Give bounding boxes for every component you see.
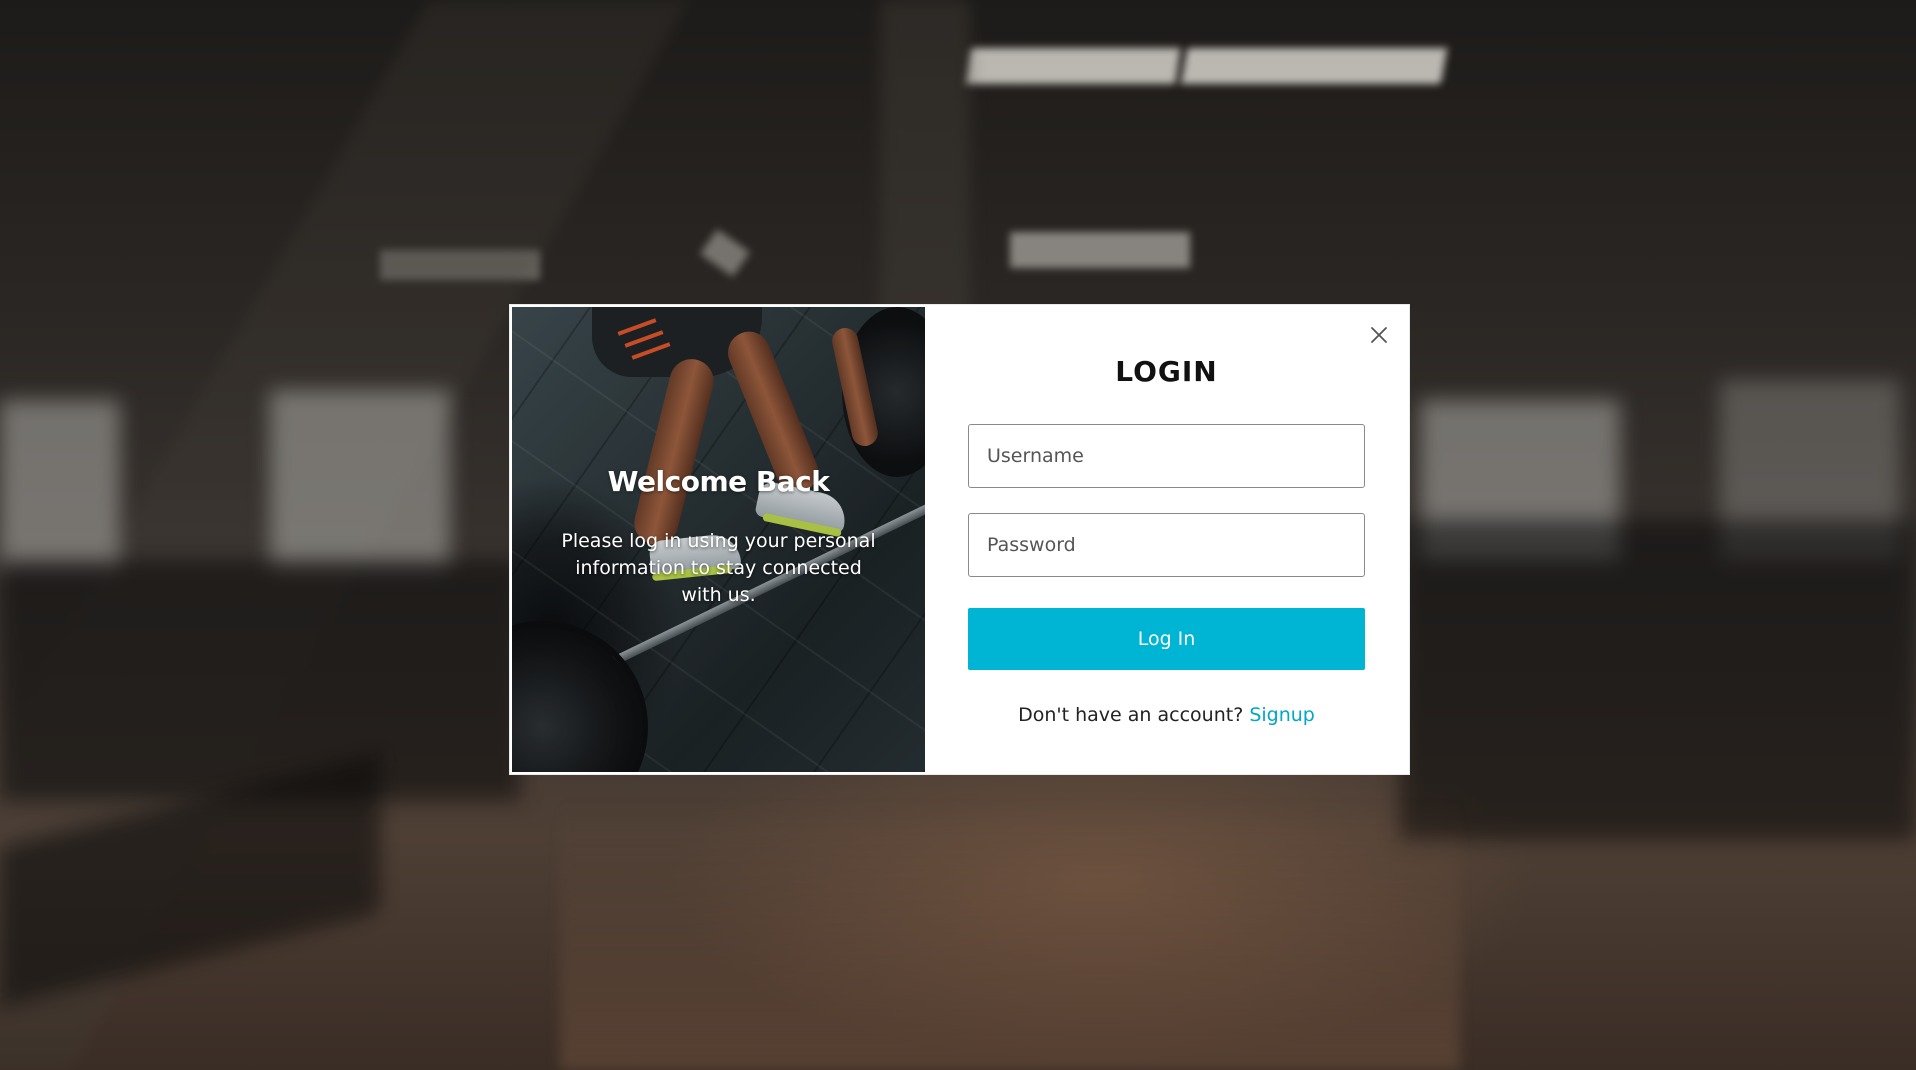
hero-body: Please log in using your personal inform… — [561, 530, 876, 606]
form-title: LOGIN — [1115, 355, 1218, 388]
close-icon — [1371, 327, 1387, 343]
username-input[interactable] — [968, 424, 1365, 488]
login-button[interactable]: Log In — [968, 608, 1365, 670]
login-form: LOGIN Log In Don't have an account? Sign… — [925, 305, 1409, 774]
password-input[interactable] — [968, 513, 1365, 577]
close-button[interactable] — [1367, 323, 1391, 347]
hero-text: Welcome Back Please log in using your pe… — [512, 465, 925, 609]
signup-prompt: Don't have an account? Signup — [968, 704, 1365, 726]
hero-title: Welcome Back — [607, 465, 830, 498]
signup-prompt-text: Don't have an account? — [1018, 704, 1244, 726]
login-modal: Welcome Back Please log in using your pe… — [510, 305, 1409, 774]
hero-panel: Welcome Back Please log in using your pe… — [512, 307, 925, 772]
signup-link[interactable]: Signup — [1249, 704, 1315, 726]
